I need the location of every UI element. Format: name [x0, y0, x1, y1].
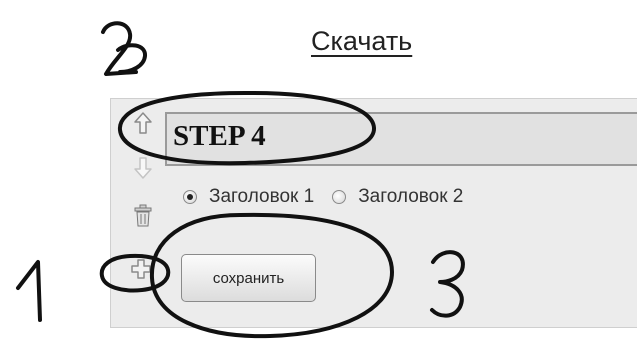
radio-button-checked[interactable] — [183, 190, 197, 204]
radio-option-heading-1[interactable]: Заголовок 1 — [183, 186, 332, 208]
radio-label: Заголовок 1 — [209, 186, 315, 207]
radio-label: Заголовок 2 — [358, 186, 464, 207]
step-title: STEP 4 — [173, 120, 266, 152]
save-button[interactable]: сохранить — [181, 254, 316, 302]
annotation-marker-1 — [16, 260, 42, 322]
radio-option-heading-2[interactable]: Заголовок 2 — [332, 186, 481, 208]
add-icon[interactable] — [129, 256, 153, 282]
arrow-up-icon[interactable] — [131, 110, 155, 136]
download-link[interactable]: Скачать — [311, 26, 412, 57]
heading-radio-group: Заголовок 1 Заголовок 2 — [183, 186, 481, 208]
arrow-down-icon[interactable] — [131, 155, 155, 181]
radio-button[interactable] — [332, 190, 347, 204]
annotation-marker-2 — [101, 21, 147, 76]
trash-icon[interactable] — [131, 203, 155, 229]
